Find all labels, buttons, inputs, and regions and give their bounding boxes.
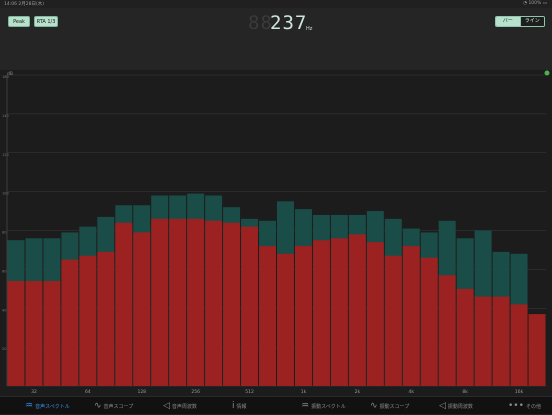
current-bar [115, 222, 133, 386]
current-bar [456, 288, 474, 386]
mode-line-button[interactable]: ライン [519, 17, 544, 26]
x-tick-label: 128 [137, 389, 146, 395]
current-bar [151, 218, 169, 386]
status-time-text: 14:06 [4, 2, 17, 7]
current-bar [133, 232, 151, 386]
current-bar [510, 304, 528, 386]
y-tick-label: 140 [2, 114, 9, 118]
current-bar [7, 281, 25, 386]
display-mode-toggle[interactable]: バー ライン [495, 16, 545, 27]
current-bar [348, 234, 366, 386]
y-tick-label: 120 [2, 153, 9, 157]
x-tick-label: 2k [355, 389, 361, 395]
speaker-icon: ◁ [163, 400, 170, 411]
current-bar [79, 255, 97, 386]
tab-0[interactable]: ♒ 音声スペクトル [25, 397, 70, 415]
vibration-scope-icon: ∿ [370, 400, 378, 411]
tab-2[interactable]: ◁ 音声周波数 [163, 397, 197, 415]
tab-4[interactable]: ♒ 振動スペクトル [301, 397, 346, 415]
tab-label: 情報 [236, 403, 247, 410]
vibration-spectrum-icon: ♒ [301, 400, 310, 411]
spectrum-chart: 20406080100120140160 32 64 128 256 512 1k 2k 4k… [0, 70, 552, 396]
y-tick-label: 20 [2, 347, 6, 351]
x-tick-label: 256 [191, 389, 200, 395]
current-bar [492, 296, 510, 386]
tab-label: 振動周波数 [447, 403, 473, 410]
current-bar [169, 218, 187, 386]
frequency-unit: Hz [306, 26, 313, 32]
status-time: 14:06 2月28日(木) [4, 1, 44, 7]
battery-percent: 100% [528, 1, 542, 6]
frequency-value: 237 [270, 12, 308, 34]
current-bar [528, 314, 546, 386]
current-bar [384, 255, 402, 386]
info-icon: i [232, 400, 235, 411]
x-tick-label: 8k [462, 389, 468, 395]
peak-button[interactable]: Peak [8, 16, 30, 27]
tab-label: 音声周波数 [171, 403, 197, 410]
current-bar [259, 246, 276, 386]
status-date: 2月28日(木) [18, 2, 45, 7]
spectrum-wave-icon: ♒ [25, 400, 34, 411]
current-bar [277, 253, 294, 386]
y-tick-label: 80 [2, 231, 6, 235]
vibration-speaker-icon: ◁ [439, 400, 446, 411]
current-bar [330, 238, 348, 386]
x-tick-label: 4k [409, 389, 415, 395]
x-tick-label: 512 [245, 389, 254, 395]
tab-label: 音声スペクトル [35, 403, 70, 410]
current-bar [474, 296, 492, 386]
x-tick-label: 1k [301, 389, 307, 395]
top-toolbar: Peak RTA 1/3 88 237 Hz バー ライン [0, 8, 552, 70]
tab-label: 音声スコープ [103, 403, 134, 410]
y-tick-label: 40 [2, 308, 6, 312]
y-tick-label: 60 [2, 269, 6, 273]
tab-3[interactable]: i 情報 [232, 397, 247, 415]
more-icon: ••• [508, 400, 524, 411]
tab-label: 振動スコープ [379, 403, 410, 410]
current-bar [61, 259, 79, 386]
current-bar [25, 281, 43, 386]
current-bar [438, 275, 456, 386]
current-bar [43, 281, 61, 386]
current-bar [402, 246, 420, 386]
current-bar [366, 242, 384, 386]
x-tick-label: 32 [31, 389, 37, 395]
current-bar [187, 218, 205, 386]
tab-6[interactable]: ◁ 振動周波数 [439, 397, 473, 415]
waveform-icon: ∿ [94, 400, 102, 411]
x-tick-label: 16k [515, 389, 524, 395]
status-battery: ◔ 100% ▭ [523, 1, 547, 6]
bottom-tab-bar: ♒ 音声スペクトル ∿ 音声スコープ ◁ 音声周波数 i 情報 ♒ 振動スペクトル ∿ 振動スコープ ◁… [0, 396, 552, 414]
rta-resolution-button[interactable]: RTA 1/3 [34, 16, 58, 27]
tab-label: その他 [525, 403, 541, 410]
signal-indicator [544, 70, 550, 76]
y-tick-label: 100 [2, 192, 9, 196]
current-bar [294, 246, 312, 386]
current-bar [205, 220, 223, 386]
tab-1[interactable]: ∿ 音声スコープ [94, 397, 133, 415]
status-bar: 14:06 2月28日(木) ◔ 100% ▭ [0, 0, 552, 8]
current-bar [97, 251, 115, 386]
tab-7[interactable]: ••• その他 [508, 397, 541, 415]
current-bar [223, 222, 241, 386]
current-bar [241, 226, 259, 386]
current-bar [420, 257, 438, 386]
tab-label: 振動スペクトル [311, 403, 346, 410]
mode-bar-button[interactable]: バー [496, 17, 520, 26]
current-bar [312, 240, 330, 386]
y-axis-label: dB [7, 71, 13, 77]
x-tick-label: 64 [85, 389, 91, 395]
tab-5[interactable]: ∿ 振動スコープ [370, 397, 409, 415]
